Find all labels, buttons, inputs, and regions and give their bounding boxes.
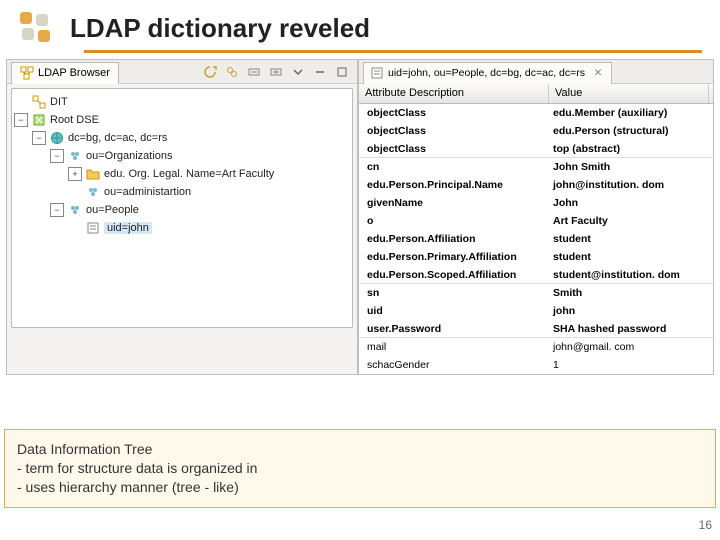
attribute-name: mail	[359, 341, 549, 353]
tree-node-uid-john[interactable]: uid=john	[14, 219, 350, 237]
tab-ldap-browser[interactable]: LDAP Browser	[11, 62, 119, 84]
attribute-name: uid	[359, 305, 549, 317]
maximize-icon[interactable]	[333, 63, 351, 81]
attribute-value: student	[549, 251, 709, 263]
attribute-headers: Attribute Description Value	[359, 84, 713, 104]
attribute-row[interactable]: edu.Person.Affiliationstudent	[359, 230, 713, 248]
attribute-name: sn	[359, 287, 549, 299]
page-title: LDAP dictionary reveled	[70, 13, 370, 44]
attribute-row[interactable]: objectClassedu.Person (structural)	[359, 122, 713, 140]
attribute-value: student@institution. dom	[549, 269, 709, 281]
ou-icon	[67, 148, 83, 164]
attribute-value: top (abstract)	[549, 143, 709, 155]
root-icon	[31, 94, 47, 110]
app-logo	[18, 10, 54, 46]
tree-node-art-faculty[interactable]: + edu. Org. Legal. Name=Art Faculty	[14, 165, 350, 183]
minimize-icon[interactable]	[311, 63, 329, 81]
attribute-value: John Smith	[549, 161, 709, 173]
attribute-value: SHA hashed password	[549, 323, 709, 335]
info-line: - uses hierarchy manner (tree - like)	[17, 478, 703, 497]
tab-label: LDAP Browser	[38, 67, 110, 79]
entry-icon	[85, 220, 101, 236]
attribute-value: student	[549, 233, 709, 245]
attribute-name: schacGender	[359, 359, 549, 371]
attribute-row[interactable]: oArt Faculty	[359, 212, 713, 230]
tree-node-rootdse[interactable]: − Root DSE	[14, 111, 350, 129]
attribute-name: objectClass	[359, 143, 549, 155]
attribute-name: objectClass	[359, 125, 549, 137]
attribute-table[interactable]: objectClassedu.Member (auxiliary)objectC…	[359, 104, 713, 374]
slide-number: 16	[699, 518, 712, 532]
attribute-name: user.Password	[359, 323, 549, 335]
globe-icon	[49, 130, 65, 146]
attribute-name: edu.Person.Principal.Name	[359, 179, 549, 191]
dit-tree[interactable]: DIT − Root DSE − dc=bg, dc=ac, dc=rs − o…	[11, 88, 353, 328]
ou-icon	[67, 202, 83, 218]
attribute-value: john@gmail. com	[549, 341, 709, 353]
tree-icon	[20, 66, 34, 80]
attribute-row[interactable]: uidjohn	[359, 302, 713, 320]
entry-icon	[370, 66, 384, 80]
attribute-row[interactable]: givenNameJohn	[359, 194, 713, 212]
header-value[interactable]: Value	[549, 84, 709, 103]
folder-icon	[85, 166, 101, 182]
entry-editor-panel: uid=john, ou=People, dc=bg, dc=ac, dc=rs…	[358, 59, 714, 375]
attribute-row[interactable]: objectClassedu.Member (auxiliary)	[359, 104, 713, 122]
attribute-name: edu.Person.Primary.Affiliation	[359, 251, 549, 263]
attribute-value: john@institution. dom	[549, 179, 709, 191]
attribute-row[interactable]: edu.Person.Scoped.Affiliationstudent@ins…	[359, 266, 713, 284]
attribute-row[interactable]: schacGender1	[359, 356, 713, 374]
attribute-row[interactable]: user.PasswordSHA hashed password	[359, 320, 713, 338]
info-line: - term for structure data is organized i…	[17, 459, 703, 478]
attribute-name: givenName	[359, 197, 549, 209]
close-icon[interactable]: ✕	[591, 66, 605, 80]
attribute-name: edu.Person.Scoped.Affiliation	[359, 269, 549, 281]
attribute-name: objectClass	[359, 107, 549, 119]
ldap-browser-panel: LDAP Browser DIT − Root DSE	[6, 59, 358, 375]
attribute-value: Smith	[549, 287, 709, 299]
attribute-value: edu.Member (auxiliary)	[549, 107, 709, 119]
tree-node-people[interactable]: − ou=People	[14, 201, 350, 219]
menu-icon[interactable]	[289, 63, 307, 81]
attribute-name: edu.Person.Affiliation	[359, 233, 549, 245]
breadcrumb: uid=john, ou=People, dc=bg, dc=ac, dc=rs	[388, 67, 585, 79]
tree-node-organizations[interactable]: − ou=Organizations	[14, 147, 350, 165]
attribute-value: john	[549, 305, 709, 317]
tab-entry[interactable]: uid=john, ou=People, dc=bg, dc=ac, dc=rs…	[363, 62, 612, 84]
header-rule	[84, 50, 702, 53]
info-heading: Data Information Tree	[17, 440, 703, 459]
attribute-row[interactable]: cnJohn Smith	[359, 158, 713, 176]
attribute-value: 1	[549, 359, 709, 371]
attribute-name: o	[359, 215, 549, 227]
attribute-row[interactable]: edu.Person.Primary.Affiliationstudent	[359, 248, 713, 266]
rootdse-icon	[31, 112, 47, 128]
link-icon[interactable]	[223, 63, 241, 81]
header-attribute[interactable]: Attribute Description	[359, 84, 549, 103]
refresh-icon[interactable]	[201, 63, 219, 81]
info-callout: Data Information Tree - term for structu…	[4, 429, 716, 508]
attribute-row[interactable]: mailjohn@gmail. com	[359, 338, 713, 356]
attribute-row[interactable]: snSmith	[359, 284, 713, 302]
collapse-icon[interactable]	[245, 63, 263, 81]
tree-node-dit[interactable]: DIT	[14, 93, 350, 111]
attribute-value: Art Faculty	[549, 215, 709, 227]
expand-icon[interactable]	[267, 63, 285, 81]
attribute-row[interactable]: objectClasstop (abstract)	[359, 140, 713, 158]
tree-node-administration[interactable]: ou=administartion	[14, 183, 350, 201]
attribute-name: cn	[359, 161, 549, 173]
attribute-row[interactable]: edu.Person.Principal.Namejohn@institutio…	[359, 176, 713, 194]
ou-icon	[85, 184, 101, 200]
tree-node-dc[interactable]: − dc=bg, dc=ac, dc=rs	[14, 129, 350, 147]
attribute-value: edu.Person (structural)	[549, 125, 709, 137]
attribute-value: John	[549, 197, 709, 209]
